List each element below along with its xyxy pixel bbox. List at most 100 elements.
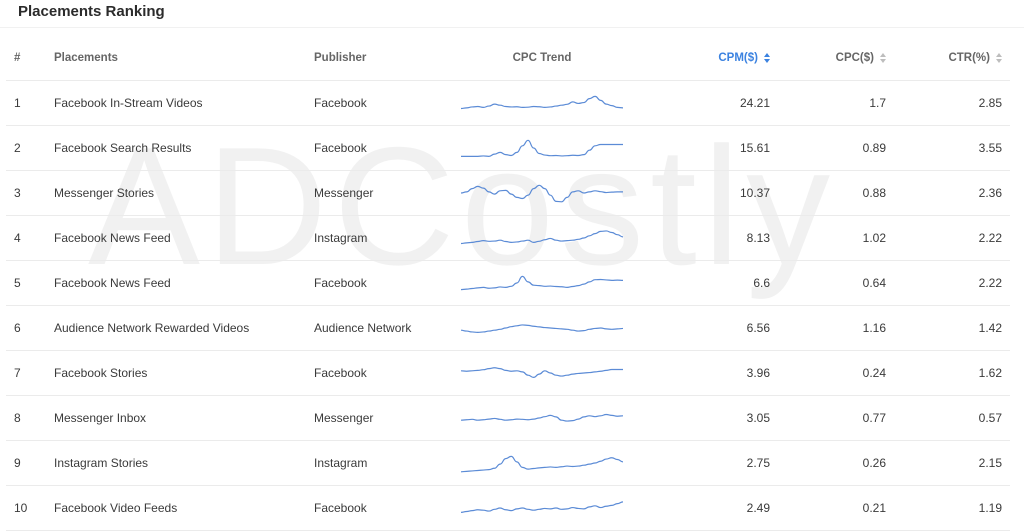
placement-name: Facebook Search Results — [54, 141, 192, 155]
sparkline-line — [460, 367, 623, 379]
table-row[interactable]: 2 Facebook Search Results Facebook 15.61… — [6, 126, 1010, 171]
sparkline-line — [460, 413, 624, 422]
cpm-value: 10.37 — [739, 186, 770, 200]
sparkline-line — [460, 139, 623, 157]
row-index: 10 — [14, 501, 28, 515]
page-title: Placements Ranking — [18, 3, 165, 20]
sort-icon[interactable] — [880, 52, 886, 64]
sparkline-line — [460, 455, 624, 473]
ctr-value: 1.19 — [978, 501, 1002, 515]
sort-icon[interactable] — [996, 52, 1002, 64]
ctr-value: 2.85 — [978, 96, 1002, 110]
column-header-ctr[interactable]: CTR(%) — [906, 36, 1002, 80]
sparkline-line — [460, 95, 624, 110]
cpc-trend-sparkline — [454, 216, 630, 260]
divider — [0, 27, 1024, 28]
placements-table: # Placements Publisher CPC Trend CPM($) … — [6, 36, 1010, 531]
column-header-ctr-label: CTR(%) — [948, 52, 990, 64]
cpc-trend-sparkline — [454, 81, 630, 125]
ctr-value: 2.36 — [978, 186, 1002, 200]
cpm-value: 24.21 — [739, 96, 770, 110]
cpc-trend-sparkline — [454, 396, 630, 440]
row-index: 1 — [14, 96, 21, 110]
row-index: 9 — [14, 456, 21, 470]
table-row[interactable]: 9 Instagram Stories Instagram 2.75 0.26 … — [6, 441, 1010, 486]
table-header: # Placements Publisher CPC Trend CPM($) … — [6, 36, 1010, 81]
cpc-trend-sparkline — [454, 486, 630, 530]
sparkline-line — [460, 184, 623, 203]
cpm-value: 2.49 — [746, 501, 770, 515]
cpm-value: 6.56 — [746, 321, 770, 335]
ctr-value: 1.62 — [978, 366, 1002, 380]
row-index: 8 — [14, 411, 21, 425]
table-row[interactable]: 1 Facebook In-Stream Videos Facebook 24.… — [6, 81, 1010, 126]
placement-name: Facebook Stories — [54, 366, 148, 380]
row-index: 4 — [14, 231, 21, 245]
column-header-placements: Placements — [54, 52, 118, 64]
cpc-value: 0.24 — [862, 366, 886, 380]
table-row[interactable]: 10 Facebook Video Feeds Facebook 2.49 0.… — [6, 486, 1010, 531]
table-row[interactable]: 4 Facebook News Feed Instagram 8.13 1.02… — [6, 216, 1010, 261]
ctr-value: 3.55 — [978, 141, 1002, 155]
column-header-cpc[interactable]: CPC($) — [786, 36, 886, 80]
row-index: 7 — [14, 366, 21, 380]
cpm-value: 3.05 — [746, 411, 770, 425]
table-row[interactable]: 3 Messenger Stories Messenger 10.37 0.88… — [6, 171, 1010, 216]
cpm-value: 3.96 — [746, 366, 770, 380]
row-index: 2 — [14, 141, 21, 155]
column-header-cpm-label: CPM($) — [718, 52, 758, 64]
sparkline-line — [460, 230, 624, 245]
row-index: 6 — [14, 321, 21, 335]
table-row[interactable]: 8 Messenger Inbox Messenger 3.05 0.77 0.… — [6, 396, 1010, 441]
placement-name: Facebook News Feed — [54, 276, 171, 290]
cpm-value: 15.61 — [739, 141, 770, 155]
sparkline-svg — [460, 413, 624, 422]
cpc-trend-sparkline — [454, 441, 630, 485]
placement-name: Facebook Video Feeds — [54, 501, 178, 515]
column-header-cpc-trend: CPC Trend — [512, 52, 572, 64]
sparkline-svg — [460, 230, 624, 245]
sparkline-svg — [460, 184, 623, 203]
cpc-trend-sparkline — [454, 171, 630, 215]
column-header-publisher: Publisher — [314, 52, 367, 64]
placement-name: Facebook In-Stream Videos — [54, 96, 203, 110]
sparkline-svg — [460, 367, 623, 379]
cpm-value: 6.6 — [753, 276, 770, 290]
publisher-name: Messenger — [314, 411, 374, 425]
placement-name: Audience Network Rewarded Videos — [54, 321, 250, 335]
row-index: 5 — [14, 276, 21, 290]
publisher-name: Facebook — [314, 276, 367, 290]
publisher-name: Instagram — [314, 456, 368, 470]
column-header-index: # — [14, 52, 21, 64]
publisher-name: Facebook — [314, 96, 367, 110]
row-index: 3 — [14, 186, 21, 200]
table-row[interactable]: 5 Facebook News Feed Facebook 6.6 0.64 2… — [6, 261, 1010, 306]
cpc-trend-sparkline — [454, 261, 630, 305]
publisher-name: Facebook — [314, 141, 367, 155]
cpm-value: 2.75 — [746, 456, 770, 470]
sparkline-line — [460, 501, 624, 513]
cpc-value: 0.88 — [862, 186, 886, 200]
cpc-value: 0.77 — [862, 411, 886, 425]
table-body: 1 Facebook In-Stream Videos Facebook 24.… — [6, 81, 1010, 531]
cpc-value: 0.26 — [862, 456, 886, 470]
ctr-value: 1.42 — [978, 321, 1002, 335]
publisher-name: Instagram — [314, 231, 368, 245]
sparkline-line — [460, 275, 624, 291]
column-header-cpc-label: CPC($) — [835, 52, 874, 64]
sort-icon[interactable] — [764, 52, 770, 64]
sparkline-line — [460, 324, 624, 334]
cpc-value: 1.16 — [862, 321, 886, 335]
cpc-trend-sparkline — [454, 126, 630, 170]
cpc-value: 0.21 — [862, 501, 886, 515]
ctr-value: 0.57 — [978, 411, 1002, 425]
column-header-cpm[interactable]: CPM($) — [666, 36, 770, 80]
ctr-value: 2.22 — [978, 276, 1002, 290]
placement-name: Facebook News Feed — [54, 231, 171, 245]
publisher-name: Audience Network — [314, 321, 412, 335]
cpc-value: 1.7 — [869, 96, 886, 110]
cpc-trend-sparkline — [454, 351, 630, 395]
table-row[interactable]: 6 Audience Network Rewarded Videos Audie… — [6, 306, 1010, 351]
table-row[interactable]: 7 Facebook Stories Facebook 3.96 0.24 1.… — [6, 351, 1010, 396]
sparkline-svg — [460, 275, 624, 291]
